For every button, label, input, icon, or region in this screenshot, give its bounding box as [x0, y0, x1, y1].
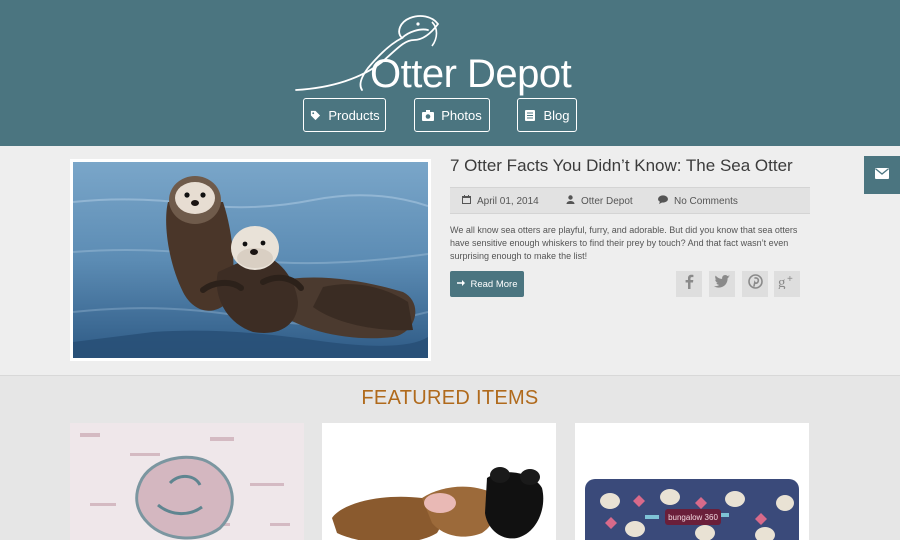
nav-blog-button[interactable]: Blog — [517, 98, 577, 132]
pinterest-icon — [747, 274, 763, 294]
post-excerpt: We all know sea otters are playful, furr… — [450, 225, 798, 261]
sea-otter-photo — [73, 162, 428, 358]
otter-slippers-image — [322, 423, 556, 540]
featured-item-2[interactable] — [322, 423, 556, 540]
calendar-icon — [462, 195, 471, 207]
post-date-text: April 01, 2014 — [477, 195, 539, 207]
post-comments-text: No Comments — [674, 195, 738, 207]
nav-products-label: Products — [328, 107, 380, 123]
google-plus-icon: g + — [778, 274, 796, 294]
nav-products-button[interactable]: Products — [303, 98, 386, 132]
nav-photos-button[interactable]: Photos — [414, 98, 490, 132]
share-pinterest-button[interactable] — [742, 271, 768, 297]
tag-icon — [309, 109, 321, 121]
user-icon — [566, 195, 575, 207]
nav-photos-label: Photos — [441, 107, 482, 123]
featured-item-3[interactable]: bungalow 360 — [575, 423, 809, 540]
arrow-right-icon — [456, 279, 465, 290]
featured-title: FEATURED ITEMS — [361, 387, 539, 409]
otter-pouch-image: bungalow 360 — [575, 423, 809, 540]
share-google-plus-button[interactable]: g + — [774, 271, 800, 297]
site-logo[interactable]: Otter Depot — [292, 10, 592, 96]
share-facebook-button[interactable] — [676, 271, 702, 297]
post-author[interactable]: Otter Depot — [566, 195, 633, 207]
site-title: Otter Depot — [370, 52, 572, 96]
svg-text:+: + — [787, 274, 793, 285]
read-more-button[interactable]: Read More — [450, 271, 524, 297]
svg-text:g: g — [778, 275, 786, 289]
post-date: April 01, 2014 — [462, 195, 539, 207]
blog-icon — [524, 109, 536, 121]
read-more-label: Read More — [470, 278, 518, 290]
post-image[interactable] — [70, 159, 431, 361]
share-twitter-button[interactable] — [709, 271, 735, 297]
envelope-icon — [875, 166, 889, 184]
site-header: Otter Depot Products Photos Blog — [0, 0, 900, 146]
comment-icon — [658, 195, 668, 207]
featured-item-1[interactable] — [70, 423, 304, 540]
camera-icon — [422, 109, 435, 121]
nav-blog-label: Blog — [543, 107, 570, 123]
otter-soap-image — [70, 423, 304, 540]
post-title[interactable]: 7 Otter Facts You Didn’t Know: The Sea O… — [450, 156, 793, 176]
post-meta-bar: April 01, 2014 Otter Depot No Comments — [450, 187, 810, 214]
contact-tab-button[interactable] — [864, 156, 900, 194]
post-comments[interactable]: No Comments — [658, 195, 738, 207]
twitter-icon — [714, 275, 730, 293]
facebook-icon — [684, 274, 694, 294]
product-brand-label: bungalow 360 — [668, 513, 718, 522]
post-author-text: Otter Depot — [581, 195, 633, 207]
